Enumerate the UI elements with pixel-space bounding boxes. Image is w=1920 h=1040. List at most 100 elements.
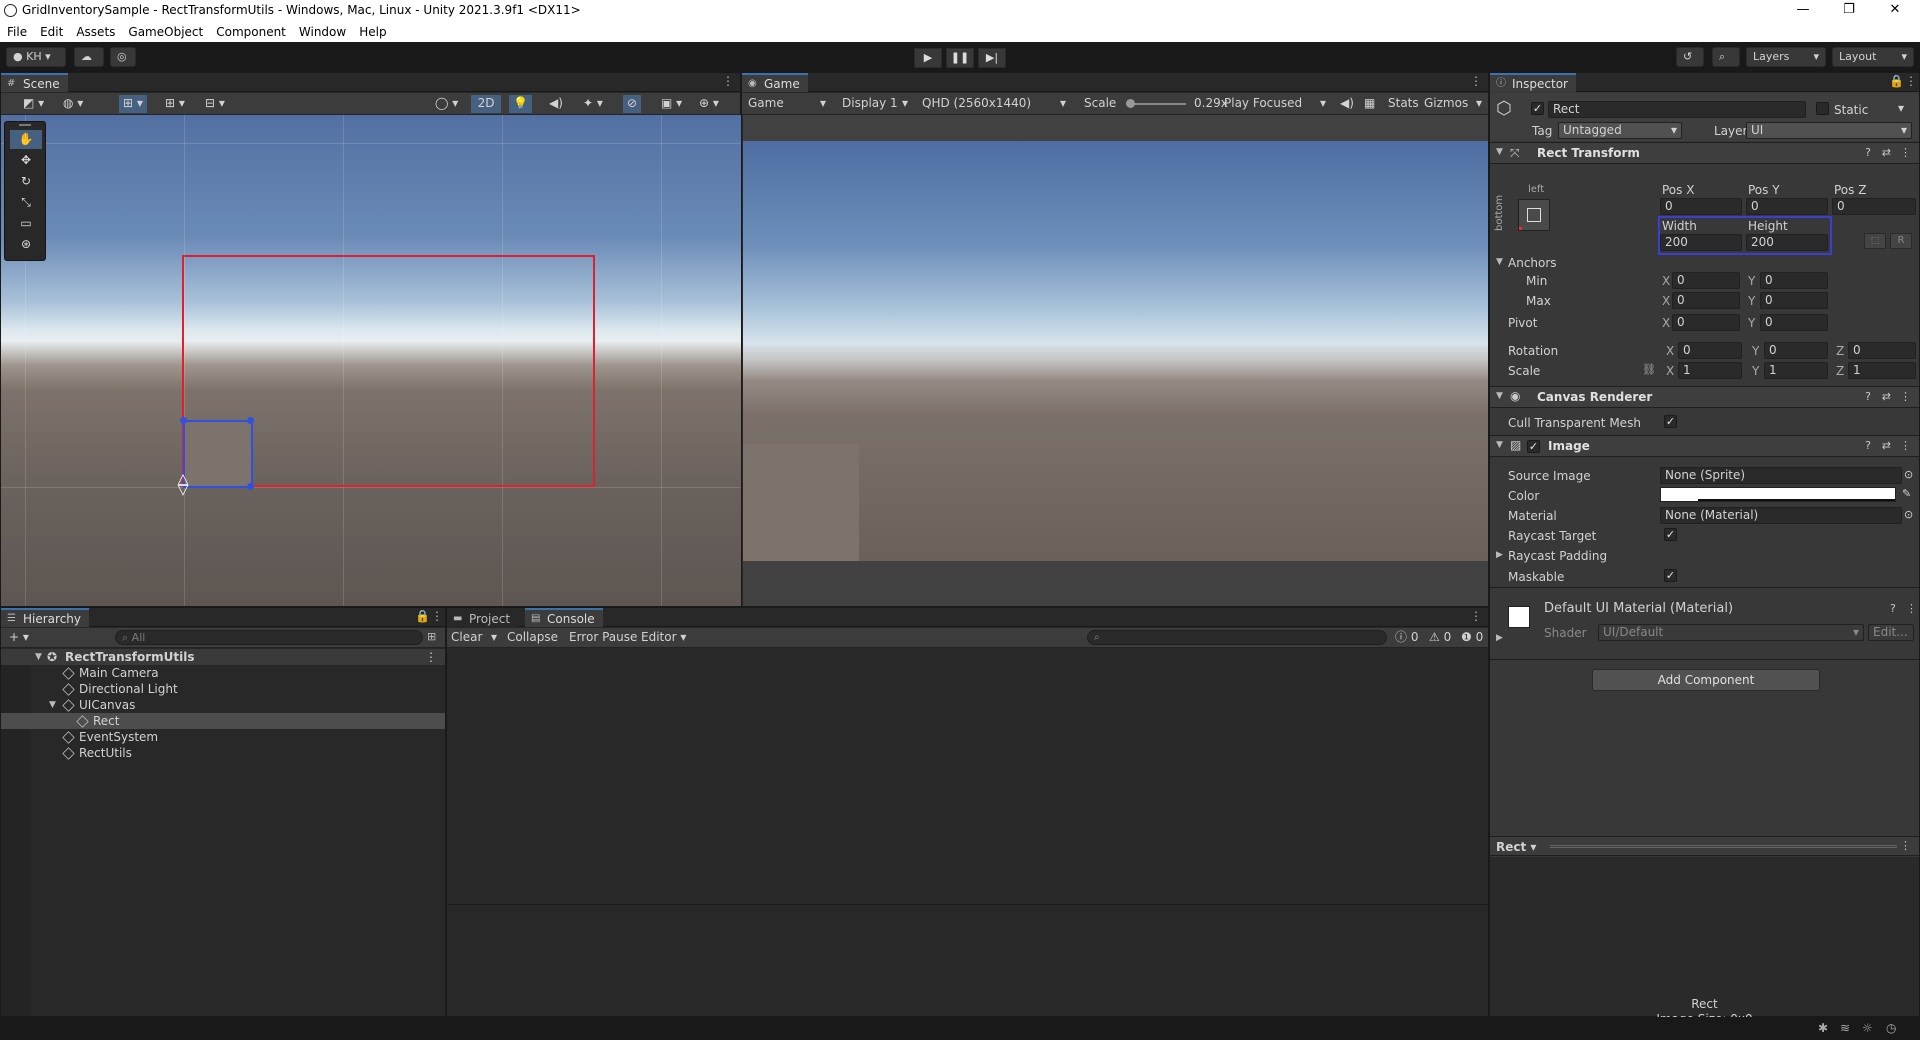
game-view-dropdown[interactable]: Game ▾ [744, 95, 830, 113]
warning-filter-toggle[interactable]: ⚠ 0 [1425, 629, 1455, 647]
hierarchy-menu-icon[interactable]: ⋮ [431, 610, 443, 624]
pivot-x-field[interactable]: 0 [1672, 314, 1740, 331]
hierarchy-add-button[interactable]: + ▾ [5, 629, 33, 647]
tag-dropdown[interactable]: Untagged ▾ [1558, 122, 1682, 139]
scale-tool-icon[interactable]: ⤡ [10, 193, 42, 212]
bug-icon[interactable]: ✱ [1818, 1021, 1828, 1035]
rect-tool-icon[interactable]: ▭ [10, 214, 42, 233]
static-dropdown[interactable]: ▾ [1898, 101, 1904, 115]
anchor-icon[interactable]: △ ▽ [175, 472, 191, 497]
search-button[interactable]: ⌕ [1712, 47, 1740, 67]
presets-icon[interactable]: ⇄ [1882, 146, 1891, 159]
layers-dropdown[interactable]: Layers ▾ [1746, 47, 1826, 67]
tab-hierarchy[interactable]: ☰ Hierarchy [1, 608, 90, 627]
hierarchy-item[interactable]: RectUtils [1, 745, 445, 761]
scale-slider-handle[interactable] [1126, 99, 1135, 108]
presets-icon[interactable]: ⇄ [1882, 390, 1891, 403]
shader-dropdown[interactable]: UI/Default ▾ [1598, 624, 1864, 641]
mute-audio-icon[interactable]: ◀) [1336, 95, 1358, 113]
anchor-min-x-field[interactable]: 0 [1672, 272, 1740, 289]
collab-button[interactable]: ◎ [110, 47, 136, 67]
pos-y-field[interactable]: 0 [1746, 198, 1828, 215]
presets-icon[interactable]: ⇄ [1882, 439, 1891, 452]
move-tool-icon[interactable]: ✥ [10, 151, 42, 170]
image-enabled-checkbox[interactable]: ✓ [1527, 440, 1540, 453]
static-checkbox[interactable] [1816, 102, 1829, 115]
anchor-preset-button[interactable] [1518, 199, 1550, 231]
object-name-field[interactable]: Rect [1548, 101, 1806, 118]
preview-menu-icon[interactable]: ⋮ [1900, 839, 1911, 852]
preview-header[interactable]: Rect ▾ ⋮ [1490, 836, 1919, 856]
raw-edit-button[interactable]: R [1890, 233, 1912, 249]
draw-mode-dropdown[interactable]: ◩ ▾ [19, 95, 48, 113]
inspector-menu-icon[interactable]: ⋮ [1905, 75, 1917, 89]
add-component-button[interactable]: Add Component [1592, 669, 1820, 691]
audio-toggle[interactable]: ◀) [545, 95, 567, 113]
menu-edit[interactable]: Edit [33, 22, 69, 39]
help-icon[interactable]: ? [1865, 439, 1871, 452]
search-filter-icon[interactable]: ⊞ [427, 630, 436, 643]
object-picker-icon[interactable]: ⊙ [1904, 468, 1913, 481]
cloud-button[interactable]: ☁ [74, 47, 104, 67]
account-dropdown[interactable]: ● KH ▾ [6, 47, 66, 67]
lighting-bake-icon[interactable]: ☼ [1862, 1021, 1873, 1035]
rotation-x-field[interactable]: 0 [1678, 342, 1742, 359]
menu-window[interactable]: Window [292, 22, 352, 39]
rotate-tool-icon[interactable]: ↻ [10, 172, 42, 191]
layout-dropdown[interactable]: Layout ▾ [1832, 47, 1914, 67]
image-header[interactable]: ▼ ▨ ✓ Image ? ⇄ ⋮ [1490, 435, 1919, 457]
display-dropdown[interactable]: Display 1 ▾ [838, 95, 912, 113]
gizmos-button[interactable]: Gizmos [1420, 95, 1472, 113]
render-mode-dropdown[interactable]: ◍ ▾ [59, 95, 87, 113]
minimize-button[interactable]: — [1780, 0, 1826, 22]
history-button[interactable]: ↺ [1676, 47, 1704, 67]
clear-options-dropdown[interactable]: ▾ [487, 629, 501, 647]
rotation-z-field[interactable]: 0 [1848, 342, 1916, 359]
game-menu-icon[interactable]: ⋮ [1470, 75, 1482, 89]
grid-snapping-button[interactable]: ⊞ ▾ [119, 95, 147, 113]
console-search-input[interactable]: ⌕ [1087, 630, 1387, 645]
menu-help[interactable]: Help [352, 22, 392, 39]
rect-handle-top-right[interactable] [247, 417, 254, 424]
pivot-y-field[interactable]: 0 [1760, 314, 1828, 331]
hierarchy-item[interactable]: ▼ UICanvas [1, 697, 445, 713]
console-log-list[interactable] [447, 649, 1488, 904]
clear-button[interactable]: Clear [447, 629, 486, 647]
align-button[interactable]: ⊟ ▾ [201, 95, 229, 113]
hierarchy-search-input[interactable]: ⌕ All [115, 630, 423, 645]
camera-dropdown[interactable]: ▣ ▾ [657, 95, 686, 113]
anchor-min-y-field[interactable]: 0 [1760, 272, 1828, 289]
object-picker-icon[interactable]: ⊙ [1904, 508, 1913, 521]
scene-row-menu-icon[interactable]: ⋮ [425, 649, 437, 665]
component-menu-icon[interactable]: ⋮ [1900, 390, 1911, 403]
raycast-padding-label[interactable]: Raycast Padding [1508, 549, 1607, 563]
tab-project[interactable]: ▬ Project [447, 608, 519, 627]
scene-viewport[interactable]: △ ▽ ✋ ✥ ↻ ⤡ ▭ ⊛ [1, 115, 741, 606]
canvas-renderer-header[interactable]: ▼ ◉ Canvas Renderer ? ⇄ ⋮ [1490, 386, 1919, 408]
error-pause-button[interactable]: Error Pause [565, 629, 641, 647]
tab-game[interactable]: ◉ Game [742, 73, 808, 92]
raycast-target-checkbox[interactable]: ✓ [1664, 528, 1677, 541]
menu-file[interactable]: File [0, 22, 33, 39]
increment-snap-button[interactable]: ⊞ ▾ [161, 95, 189, 113]
menu-component[interactable]: Component [209, 22, 292, 39]
maximize-button[interactable]: ❐ [1826, 0, 1872, 22]
close-button[interactable]: ✕ [1872, 0, 1918, 22]
anchor-max-x-field[interactable]: 0 [1672, 292, 1740, 309]
editor-dropdown[interactable]: Editor ▾ [637, 629, 690, 647]
preview-title[interactable]: Rect ▾ [1496, 840, 1536, 854]
blueprint-mode-icon[interactable]: ⬚ [1864, 233, 1886, 249]
anchor-max-y-field[interactable]: 0 [1760, 292, 1828, 309]
width-field[interactable]: 200 [1660, 234, 1742, 251]
active-checkbox[interactable]: ✓ [1531, 102, 1544, 115]
lock-icon[interactable]: 🔒 [1889, 75, 1904, 89]
anchors-label[interactable]: Anchors [1508, 256, 1557, 270]
help-icon[interactable]: ? [1865, 146, 1871, 159]
gizmos-dropdown[interactable]: ⊕ ▾ [695, 95, 723, 113]
shader-edit-button[interactable]: Edit... [1868, 624, 1914, 641]
rect-handle-top-left[interactable] [180, 417, 187, 424]
eyedropper-icon[interactable]: ✎ [1902, 487, 1911, 500]
resolution-dropdown[interactable]: QHD (2560x1440) ▾ [918, 95, 1070, 113]
shading-dropdown[interactable]: ◯ ▾ [431, 95, 462, 113]
tab-scene[interactable]: # Scene [1, 73, 68, 92]
